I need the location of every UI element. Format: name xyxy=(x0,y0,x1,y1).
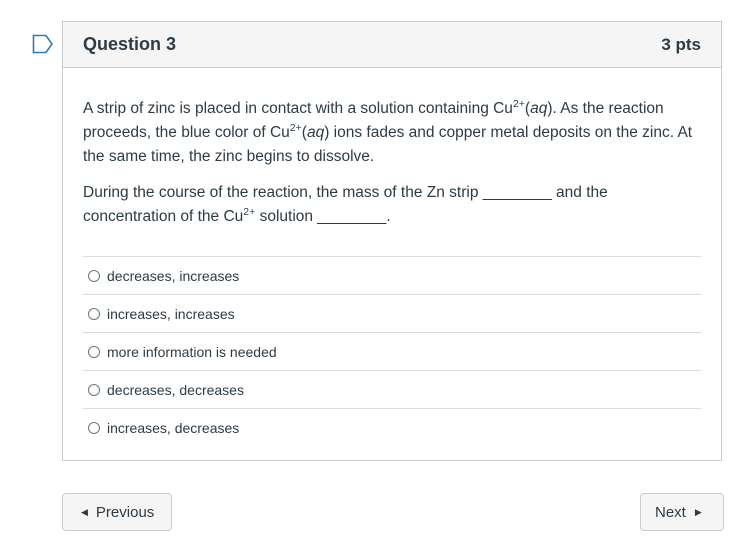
superscript-charge: 2+ xyxy=(512,98,525,110)
superscript-charge: 2+ xyxy=(243,206,256,218)
radio-button[interactable] xyxy=(88,307,100,320)
answer-label: increases, increases xyxy=(107,305,235,322)
answer-option[interactable]: increases, decreases xyxy=(83,409,701,446)
answer-label: decreases, decreases xyxy=(107,381,244,398)
question-header: Question 3 3 pts xyxy=(63,22,721,68)
question-points: 3 pts xyxy=(661,34,701,54)
answer-label: increases, decreases xyxy=(107,419,240,436)
caret-left-icon: ◀ xyxy=(81,506,88,517)
answer-option[interactable]: more information is needed xyxy=(83,333,701,371)
flag-question-icon[interactable] xyxy=(32,34,54,54)
quiz-page: Question 3 3 pts A strip of zinc is plac… xyxy=(0,0,737,559)
radio-button[interactable] xyxy=(88,383,100,396)
answer-option[interactable]: decreases, decreases xyxy=(83,371,701,409)
answer-label: more information is needed xyxy=(107,343,277,360)
previous-button-label: Previous xyxy=(95,503,155,521)
italic-state: aq xyxy=(530,100,548,117)
question-title: Question 3 xyxy=(83,34,177,54)
answer-option[interactable]: decreases, increases xyxy=(83,257,701,295)
radio-button[interactable] xyxy=(88,269,100,282)
superscript-charge: 2+ xyxy=(289,122,302,134)
radio-button[interactable] xyxy=(88,421,100,434)
question-card: Question 3 3 pts A strip of zinc is plac… xyxy=(62,21,722,461)
text-segment: A strip of zinc is placed in contact wit… xyxy=(83,100,513,117)
answer-list: decreases, increases increases, increase… xyxy=(83,256,701,446)
previous-button[interactable]: ◀ Previous xyxy=(62,493,172,531)
next-button[interactable]: Next ▶ xyxy=(640,493,724,531)
caret-right-icon: ▶ xyxy=(694,506,702,517)
answer-option[interactable]: increases, increases xyxy=(83,295,701,333)
question-body: A strip of zinc is placed in contact wit… xyxy=(63,97,721,446)
italic-state: aq xyxy=(306,124,325,141)
radio-button[interactable] xyxy=(88,345,100,358)
question-text-paragraph-2: During the course of the reaction, the m… xyxy=(83,181,701,229)
text-segment: solution ________. xyxy=(255,208,391,225)
next-button-label: Next xyxy=(655,503,686,521)
answer-label: decreases, increases xyxy=(107,267,240,284)
question-text-paragraph-1: A strip of zinc is placed in contact wit… xyxy=(83,97,701,169)
